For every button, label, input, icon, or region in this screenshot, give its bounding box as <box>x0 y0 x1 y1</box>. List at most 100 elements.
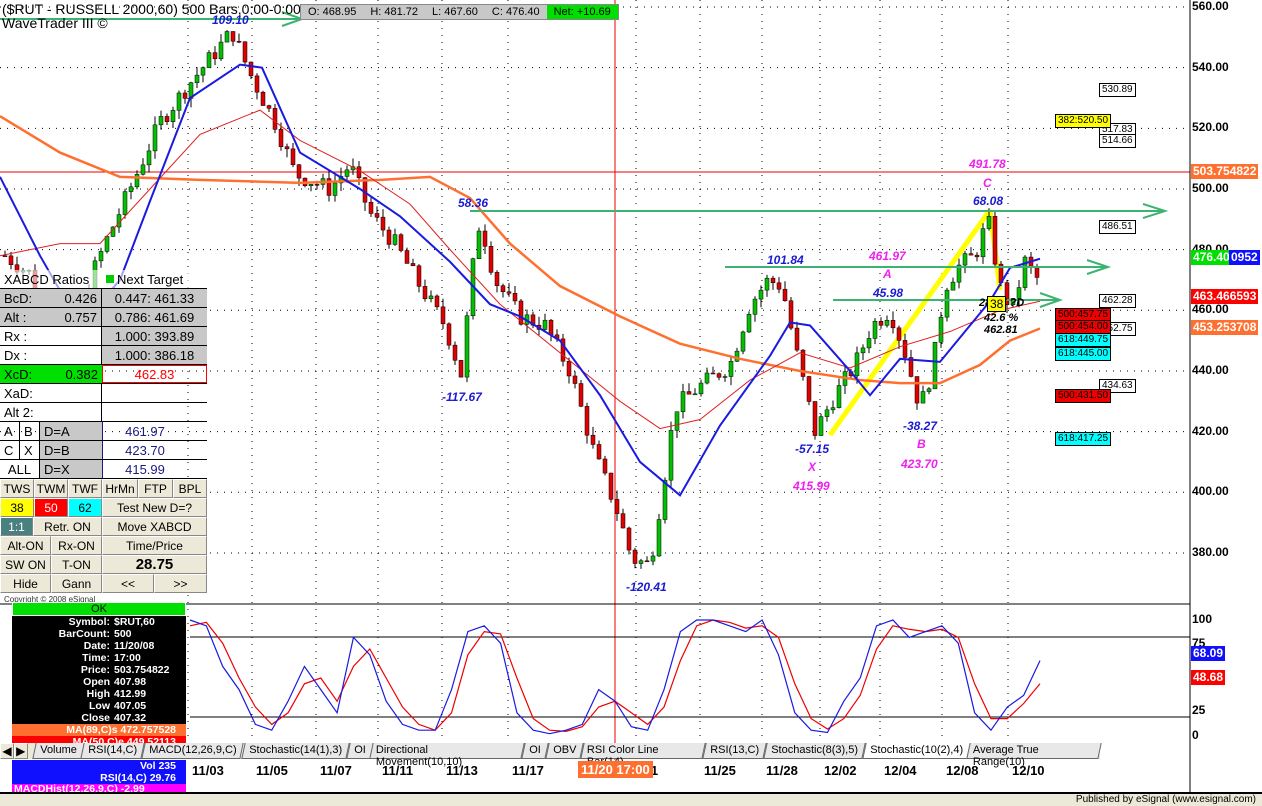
indicator-tab[interactable]: Stochastic(14(1),3) <box>241 743 350 759</box>
indicator-tab[interactable]: Stochastic(10(2),4) <box>861 743 971 759</box>
fib-50-button[interactable]: 50 <box>34 498 68 517</box>
tool-button-bpl[interactable]: BPL <box>173 479 207 498</box>
chart-subtitle: WaveTrader III © <box>2 15 108 31</box>
candle-body <box>500 285 506 293</box>
tool-button-tws[interactable]: TWS <box>0 479 34 498</box>
point-toggle[interactable]: X <box>20 441 40 459</box>
time-price-button[interactable]: Time/Price <box>102 536 207 555</box>
open-value: O: 468.95 <box>308 6 357 18</box>
ok-button[interactable]: OK <box>12 602 186 616</box>
stoch-tick: 0 <box>1192 728 1199 742</box>
candle-body <box>140 164 146 175</box>
candle-body <box>200 67 206 76</box>
t-on-button[interactable]: T-ON <box>51 555 102 574</box>
tool-button-twf[interactable]: TWF <box>68 479 102 498</box>
candle-body <box>452 344 458 361</box>
ratio-1-1-button[interactable]: 1:1 <box>0 517 33 536</box>
candle-body <box>458 360 464 378</box>
indicator-tab[interactable]: RSI Color Line Bar(14) <box>580 743 706 768</box>
time-price-value: 28.75 <box>102 555 207 574</box>
ratio-row: BcD: 0.426 0.447: 461.33 <box>0 289 207 308</box>
candle-body <box>266 105 272 109</box>
next-button[interactable]: >> <box>154 574 207 593</box>
candle-body <box>278 129 284 147</box>
indicator-tab[interactable]: Directional Movement(10,10) <box>369 743 525 768</box>
candle-body <box>866 338 872 349</box>
indicator-tab[interactable]: RSI(13,C) <box>702 743 767 759</box>
fib-38-button[interactable]: 38 <box>0 498 34 517</box>
candle-body <box>806 376 812 402</box>
hide-button[interactable]: Hide <box>0 574 51 593</box>
point-x-label: X <box>808 460 817 474</box>
indicator-tab[interactable]: OI <box>521 743 549 759</box>
indicator-tab[interactable]: MACD(12,26,9,C) <box>141 743 245 759</box>
indicator-tab[interactable]: Average True Range(10) <box>966 743 1102 768</box>
data-key: Open <box>83 676 110 688</box>
swing-label: 101.84 <box>767 253 804 267</box>
candle-body <box>776 282 782 290</box>
alt-on-button[interactable]: Alt-ON <box>0 536 51 555</box>
point-a-value: 461.97 <box>869 249 906 263</box>
gann-button[interactable]: Gann <box>51 574 102 593</box>
candle-body <box>104 236 110 252</box>
data-window-row: Close 407.32 <box>12 712 186 724</box>
all-toggle[interactable]: ALL <box>0 460 40 478</box>
candle-body <box>122 191 128 215</box>
candle-body <box>638 560 644 564</box>
point-toggle[interactable]: A <box>0 422 20 440</box>
rsi-readout: RSI(14,C) 29.76 <box>12 772 186 784</box>
indicator-tab[interactable]: OBV <box>544 743 584 759</box>
panel-header-ratios: XABCD Ratios <box>4 271 90 287</box>
candle-body <box>878 321 884 326</box>
candle-body <box>614 499 620 514</box>
data-value: 407.98 <box>114 676 147 688</box>
stoch-tick: 25 <box>1192 703 1206 717</box>
y-tick-label: 520.00 <box>1192 120 1229 135</box>
candle-body <box>1022 256 1028 288</box>
candle-body <box>980 228 986 258</box>
x-tick-label: 11/11 <box>382 763 414 778</box>
move-xabcd-button[interactable]: Move XABCD <box>102 517 207 536</box>
data-value: 412.99 <box>114 688 147 700</box>
candle-body <box>860 347 866 354</box>
candle-body <box>380 216 386 231</box>
tab-label: OBV <box>552 744 577 756</box>
test-new-d-button[interactable]: Test New D=? <box>102 498 207 517</box>
data-window-row: Open 407.98 <box>12 676 186 688</box>
alt2-key: Alt 2: <box>0 403 102 421</box>
candle-body <box>992 216 998 265</box>
fib-62-button[interactable]: 62 <box>68 498 102 517</box>
rx-on-button[interactable]: Rx-ON <box>51 536 102 555</box>
indicator-tab[interactable]: Volume <box>32 743 85 759</box>
candle-body <box>356 166 362 178</box>
point-toggle[interactable]: B <box>20 422 40 440</box>
data-value: 503.754822 <box>114 664 170 676</box>
data-key: BarCount: <box>58 628 110 640</box>
candle-body <box>512 293 518 302</box>
swing-label: -117.67 <box>442 390 482 404</box>
candle-body <box>308 184 314 186</box>
sw-on-button[interactable]: SW ON <box>0 555 51 574</box>
xcd-value: 0.382 <box>65 366 98 382</box>
scroll-left-button[interactable]: ◀ <box>0 743 14 759</box>
ratio-row: Alt : 0.757 0.786: 461.69 <box>0 308 207 327</box>
level-box: 514.66 <box>1099 134 1136 148</box>
d-target-value: 423.70 <box>102 441 187 459</box>
indicator-tab[interactable]: RSI(14,C) <box>80 743 146 759</box>
indicator-tab[interactable]: Stochastic(8(3),5) <box>763 743 866 759</box>
candle-body <box>914 376 920 404</box>
candle-body <box>8 255 14 265</box>
data-value: 11/20/08 <box>114 640 155 652</box>
stoch-red-tag: 48.68 <box>1191 670 1226 685</box>
stoch-tick: 100 <box>1192 612 1213 626</box>
tool-button-twm[interactable]: TWM <box>34 479 68 498</box>
x-tick-label: 11/13 <box>446 763 478 778</box>
tool-button-ftp[interactable]: FTP <box>138 479 173 498</box>
data-window-row: Symbol: $RUT,60 <box>12 616 186 628</box>
retr-on-button[interactable]: Retr. ON <box>33 517 102 536</box>
point-toggle[interactable]: C <box>0 441 20 459</box>
ratio-key: Dx : <box>4 347 28 363</box>
tool-button-hrmn[interactable]: HrMn <box>102 479 138 498</box>
prev-button[interactable]: << <box>102 574 154 593</box>
scroll-right-button[interactable]: ▶ <box>13 743 28 759</box>
